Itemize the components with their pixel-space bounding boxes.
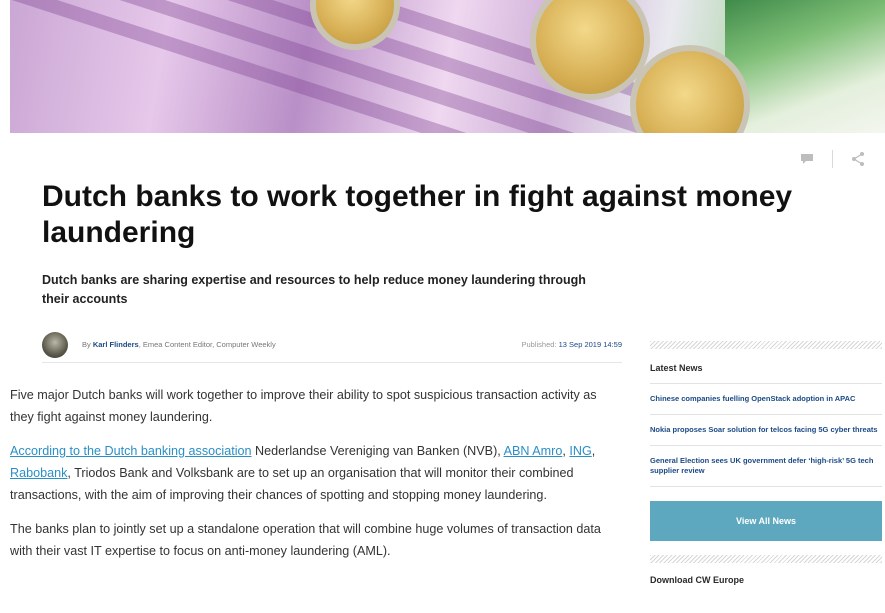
byline-prefix: By [82,340,93,349]
abn-amro-link[interactable]: ABN Amro [504,444,563,458]
article-actions [796,148,869,170]
sidebar: Latest News Chinese companies fuelling O… [650,341,882,585]
author-role: , Emea Content Editor, Computer Weekly [138,340,276,349]
latest-news-title: Latest News [650,349,882,384]
share-icon[interactable] [847,148,869,170]
article-subheadline: Dutch banks are sharing expertise and re… [42,273,586,306]
published-date: Published: 13 Sep 2019 14:59 [521,340,622,349]
paragraph: According to the Dutch banking associati… [10,440,620,506]
paragraph-text: Nederlandse Vereniging van Banken (NVB), [251,444,504,458]
byline: By Karl Flinders, Emea Content Editor, C… [42,331,622,363]
news-link[interactable]: Chinese companies fuelling OpenStack ado… [650,384,882,415]
avatar[interactable] [42,331,68,358]
author-line: By Karl Flinders, Emea Content Editor, C… [82,340,276,349]
page-title: Dutch banks to work together in fight ag… [42,180,793,249]
nvb-link[interactable]: According to the Dutch banking associati… [10,444,252,458]
hero-image [10,0,885,133]
paragraph-text: , Triodos Bank and Volksbank are to set … [10,466,574,502]
news-link[interactable]: General Election sees UK government defe… [650,446,882,487]
download-title: Download CW Europe [650,575,744,585]
divider [832,150,833,168]
section-divider [650,341,882,349]
article-body: Five major Dutch banks will work togethe… [10,384,620,574]
published-label: Published: [521,340,559,349]
ing-link[interactable]: ING [569,444,591,458]
section-divider [650,555,882,563]
view-all-news-button[interactable]: View All News [650,501,882,541]
published-date-value: 13 Sep 2019 14:59 [558,340,622,349]
news-link[interactable]: Nokia proposes Soar solution for telcos … [650,415,882,446]
paragraph: The banks plan to jointly set up a stand… [10,522,601,558]
comment-icon[interactable] [796,148,818,170]
rabobank-link[interactable]: Rabobank [10,466,67,480]
author-link[interactable]: Karl Flinders [93,340,139,349]
paragraph: Five major Dutch banks will work togethe… [10,388,597,424]
separator: , [591,444,596,458]
